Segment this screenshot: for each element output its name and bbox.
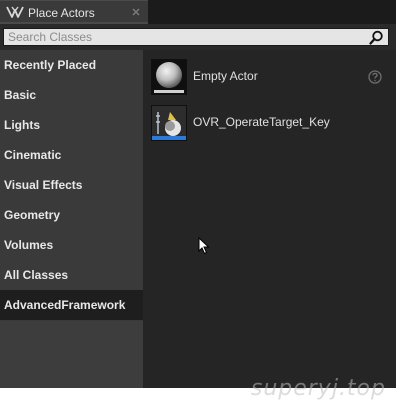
tab-title: Place Actors xyxy=(28,5,95,20)
tab-strip: Place Actors xyxy=(0,0,396,24)
search-row xyxy=(0,24,396,50)
sidebar-item-label: Recently Placed xyxy=(4,58,97,72)
sidebar-empty-area xyxy=(0,321,143,388)
window-frame: Place Actors Search Classes Recently Pla… xyxy=(0,0,400,419)
list-item-label: Empty Actor xyxy=(193,69,258,83)
sidebar-item-label: Basic xyxy=(4,88,37,102)
list-item-empty-actor[interactable]: Empty Actor xyxy=(143,54,396,100)
tab-place-actors[interactable]: Place Actors xyxy=(0,0,148,24)
list-item-ovr-operatetarget-key[interactable]: OVR_OperateTarget_Key xyxy=(143,100,396,146)
sidebar-item-recently-placed[interactable]: Recently Placed xyxy=(0,50,143,80)
blueprint-thumbnail-icon xyxy=(151,105,187,141)
search-box[interactable] xyxy=(3,28,389,46)
mouse-cursor-icon xyxy=(198,237,210,255)
sidebar-item-lights[interactable]: Lights xyxy=(0,110,143,140)
place-actors-icon xyxy=(4,2,26,24)
actor-list: Empty Actor OVR_OperateTarget_Key xyxy=(143,50,396,388)
sidebar-item-label: Volumes xyxy=(4,238,54,252)
sphere-thumbnail-icon xyxy=(151,59,187,95)
sidebar-item-label: All Classes xyxy=(4,268,69,282)
sidebar-item-volumes[interactable]: Volumes xyxy=(0,230,143,260)
sidebar-item-cinematic[interactable]: Cinematic xyxy=(0,140,143,170)
close-icon[interactable] xyxy=(130,6,142,18)
list-item-label: OVR_OperateTarget_Key xyxy=(193,115,330,129)
sidebar-item-label: Lights xyxy=(4,118,40,132)
search-icon[interactable] xyxy=(369,30,384,45)
sidebar-item-all-classes[interactable]: All Classes xyxy=(0,260,143,290)
search-input[interactable] xyxy=(4,29,354,45)
watermark: superyj.top xyxy=(250,376,386,401)
sidebar-item-label: Cinematic xyxy=(4,148,62,162)
sidebar-item-geometry[interactable]: Geometry xyxy=(0,200,143,230)
category-sidebar: Recently Placed Basic Lights Cinematic V… xyxy=(0,50,143,388)
sidebar-item-visual-effects[interactable]: Visual Effects xyxy=(0,170,143,200)
sidebar-item-label: Visual Effects xyxy=(4,178,83,192)
sidebar-item-label: AdvancedFramework xyxy=(4,298,126,312)
help-icon[interactable] xyxy=(368,70,382,84)
sidebar-item-advancedframework[interactable]: AdvancedFramework xyxy=(0,290,143,320)
place-actors-panel: Place Actors Search Classes Recently Pla… xyxy=(0,0,396,388)
sidebar-item-basic[interactable]: Basic xyxy=(0,80,143,110)
sidebar-item-label: Geometry xyxy=(4,208,61,222)
